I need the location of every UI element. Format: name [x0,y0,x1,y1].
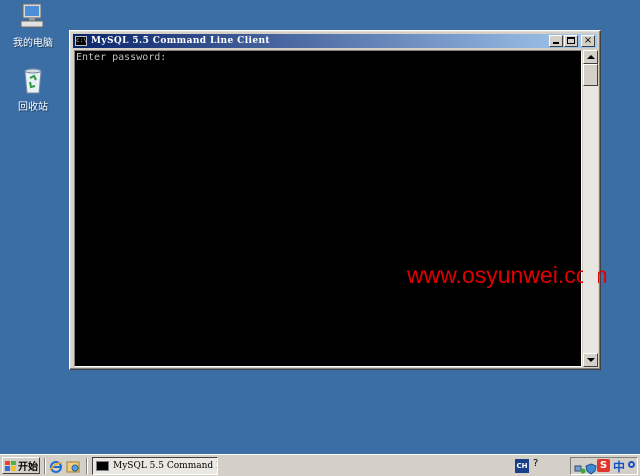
security-icon[interactable] [585,460,597,475]
window-title: MySQL 5.5 Command Line Client [91,36,270,46]
ime-punctuation-icon[interactable] [628,461,635,468]
window-titlebar[interactable]: c:\ MySQL 5.5 Command Line Client × [73,34,597,48]
console-window[interactable]: c:\ MySQL 5.5 Command Line Client × Ente… [69,30,608,370]
taskbar-button-label: MySQL 5.5 Command L... [113,461,217,471]
window-controls: × [548,35,595,47]
close-icon: × [583,35,593,46]
scroll-up-button[interactable] [583,50,598,64]
sogou-ime-icon[interactable]: S [597,459,610,472]
taskbar-button-mysql[interactable]: MySQL 5.5 Command L... [92,457,218,475]
start-button[interactable]: 开始 [2,457,40,474]
system-tray: S 中 [570,457,638,475]
ie-icon[interactable] [49,459,63,473]
explorer-icon[interactable] [66,459,80,473]
taskbar-separator [86,458,88,474]
minimize-button[interactable] [549,35,563,47]
console-app-icon: c:\ [75,36,87,46]
ime-mode-indicator[interactable]: 中 [613,458,625,475]
close-button[interactable]: × [581,35,595,47]
desktop-icon-recycle-bin[interactable]: 回收站 [1,66,65,113]
taskbar: 开始 MySQL 5.5 Command L... CH ? [0,454,640,476]
desktop-icon-label: 我的电脑 [13,38,53,49]
minimize-icon [553,42,559,44]
console-app-icon [96,461,109,471]
recycle-bin-icon [17,66,49,96]
start-label: 开始 [18,462,38,473]
desktop-icon-my-computer[interactable]: 我的电脑 [1,2,65,49]
arrow-up-icon [587,55,595,59]
vertical-scrollbar[interactable] [583,50,598,367]
desktop-icon-label: 回收站 [18,102,48,113]
taskbar-separator [44,458,46,474]
arrow-down-icon [587,358,595,362]
scroll-down-button[interactable] [583,353,598,367]
maximize-icon [567,37,575,44]
help-icon[interactable]: ? [533,458,538,469]
maximize-button[interactable] [564,35,578,47]
console-line: Enter password: [76,52,167,63]
scroll-thumb[interactable] [583,64,598,86]
my-computer-icon [17,2,49,32]
windows-logo-icon [5,460,16,471]
language-indicator[interactable]: CH [515,459,529,473]
console-output[interactable]: Enter password: www.osyunwei.com [74,50,608,367]
watermark-text: www.osyunwei.com [407,262,608,288]
